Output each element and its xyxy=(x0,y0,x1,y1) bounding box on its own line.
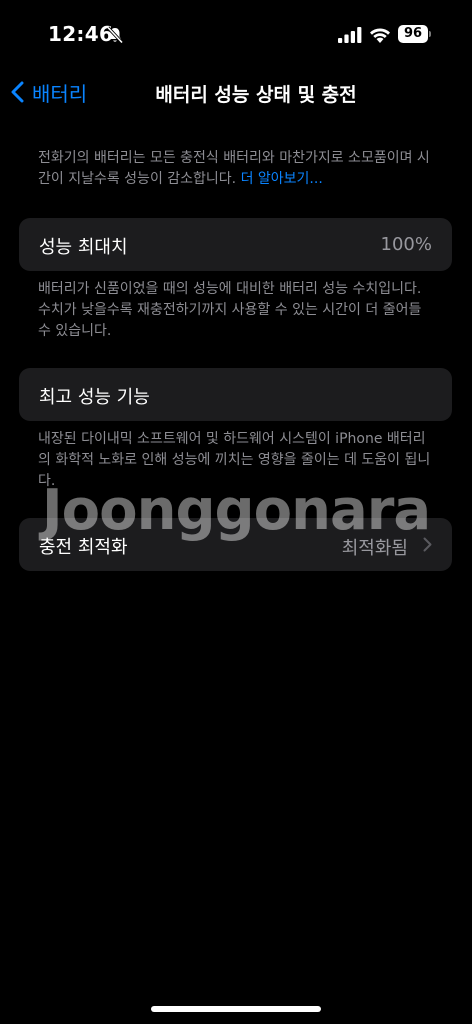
wifi-icon xyxy=(370,28,390,43)
battery-icon: 96 xyxy=(398,25,431,43)
navigation-bar: 배터리 배터리 성능 상태 및 충전 xyxy=(0,70,472,114)
cellular-signal-icon xyxy=(338,27,362,43)
max-capacity-label: 성능 최대치 xyxy=(39,237,128,258)
battery-level: 96 xyxy=(398,25,428,43)
peak-performance-row: 최고 성능 기능 xyxy=(19,368,452,421)
page-title: 배터리 성능 상태 및 충전 xyxy=(155,84,357,106)
peak-performance-label: 최고 성능 기능 xyxy=(39,387,150,408)
charging-optimization-label: 충전 최적화 xyxy=(39,537,128,558)
intro-description: 전화기의 배터리는 모든 충전식 배터리와 마찬가지로 소모품이며 시간이 지날… xyxy=(38,150,430,187)
learn-more-link[interactable]: 더 알아보기... xyxy=(241,171,323,187)
battery-tip xyxy=(429,31,431,37)
charging-optimization-value: 최적화됨 xyxy=(341,538,408,559)
chevron-right-icon xyxy=(423,537,432,552)
intro-text: 전화기의 배터리는 모든 충전식 배터리와 마찬가지로 소모품이며 시간이 지날… xyxy=(38,148,438,190)
home-indicator[interactable] xyxy=(151,1006,321,1012)
max-capacity-value: 100% xyxy=(380,234,432,255)
bell-slash-icon xyxy=(106,26,124,44)
max-capacity-row: 성능 최대치 100% xyxy=(19,218,452,271)
charging-optimization-row[interactable]: 충전 최적화 최적화됨 xyxy=(19,518,452,571)
max-capacity-footer: 배터리가 신품이었을 때의 성능에 대비한 배터리 성능 수치입니다. 수치가 … xyxy=(38,281,422,339)
status-time: 12:46 xyxy=(48,22,114,46)
status-bar: 12:46 96 xyxy=(0,0,472,70)
peak-performance-footer: 내장된 다이내믹 소프트웨어 및 하드웨어 시스템이 iPhone 배터리의 화… xyxy=(38,431,431,489)
